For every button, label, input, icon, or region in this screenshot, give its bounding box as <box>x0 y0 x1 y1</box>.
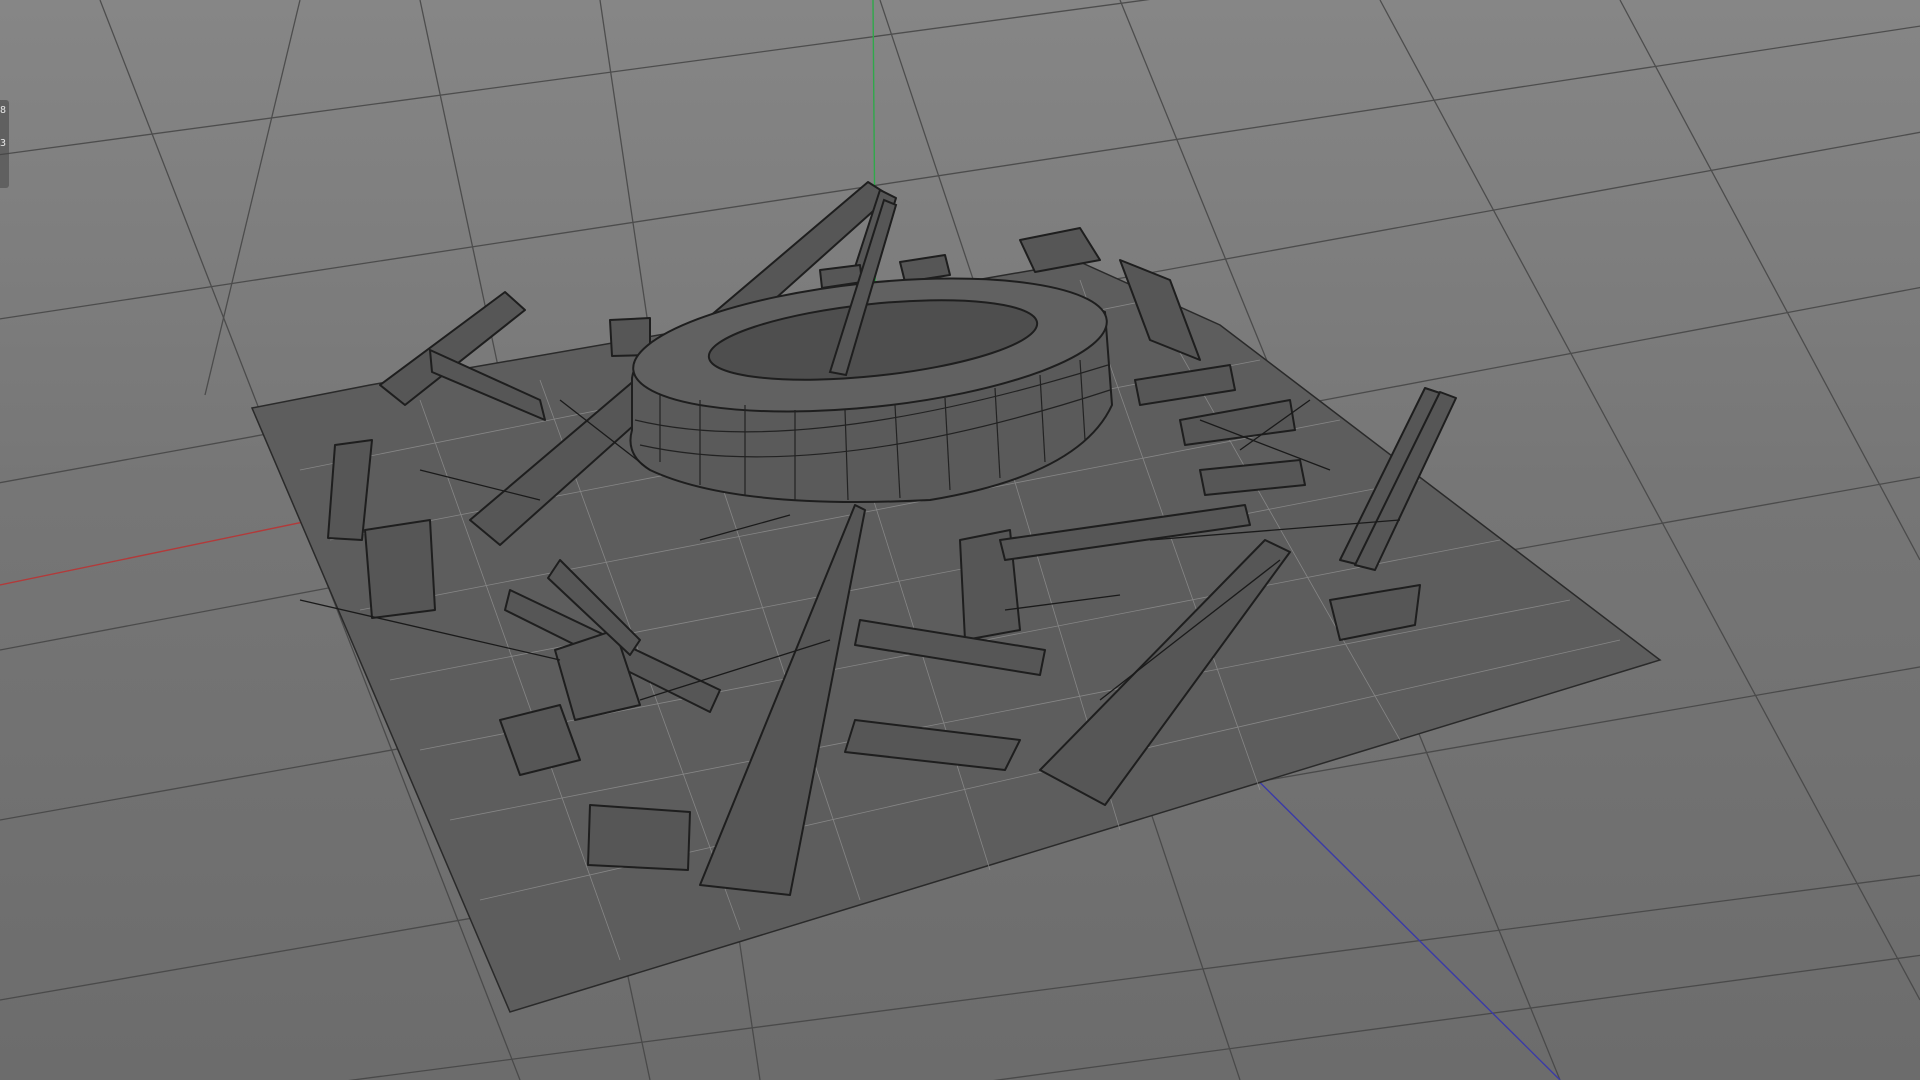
hud-value-2: 3 <box>0 138 7 149</box>
plank-left-2 <box>364 519 436 619</box>
plank-lower-left-1 <box>587 804 691 871</box>
viewport-scene[interactable] <box>0 0 1920 1080</box>
hud-value-1: 8 <box>0 105 7 116</box>
3d-viewport[interactable]: 8 3 <box>0 0 1920 1080</box>
viewport-hud: 8 3 <box>0 100 9 188</box>
